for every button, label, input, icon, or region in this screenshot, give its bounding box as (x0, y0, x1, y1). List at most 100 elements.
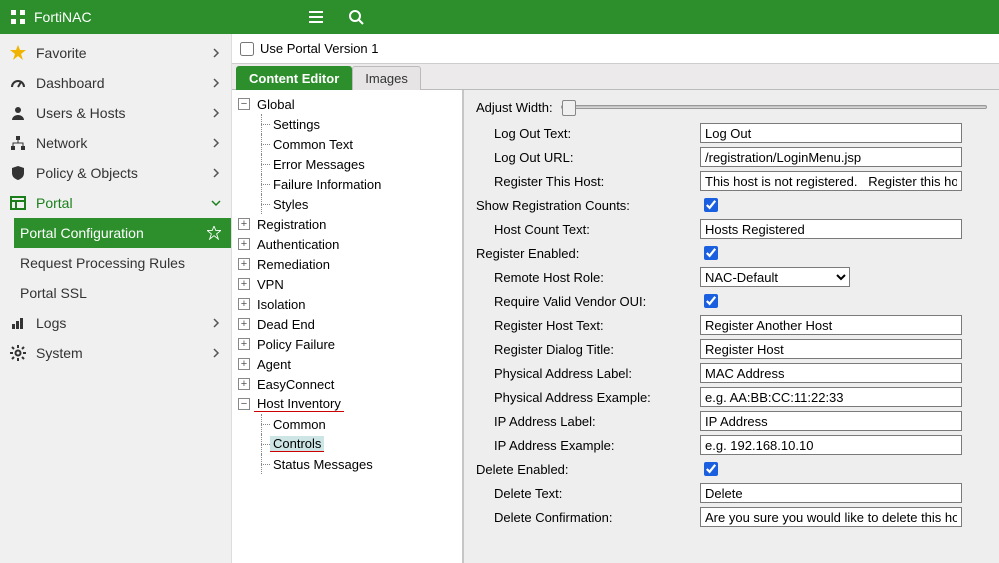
register-enabled-checkbox[interactable] (704, 246, 718, 260)
delete-confirm-input[interactable] (700, 507, 962, 527)
expand-icon[interactable]: + (238, 318, 250, 330)
sidebar-label: Portal Configuration (20, 225, 144, 241)
require-oui-label: Require Valid Vendor OUI: (472, 292, 700, 311)
delete-enabled-checkbox[interactable] (704, 462, 718, 476)
tree-error-messages[interactable]: Error Messages (238, 154, 462, 174)
sidebar-item-users-hosts[interactable]: Users & Hosts (0, 98, 231, 128)
tree-hi-status[interactable]: Status Messages (238, 454, 462, 474)
tree-hi-controls[interactable]: Controls (238, 434, 462, 454)
gauge-icon (10, 75, 26, 91)
tree-global[interactable]: −Global (238, 94, 462, 114)
sidebar-item-favorite[interactable]: Favorite (0, 38, 231, 68)
tab-images[interactable]: Images (352, 66, 421, 90)
expand-icon[interactable]: + (238, 338, 250, 350)
shield-icon (10, 165, 26, 181)
tree-remediation[interactable]: +Remediation (238, 254, 462, 274)
register-enabled-label: Register Enabled: (472, 244, 700, 263)
delete-text-input[interactable] (700, 483, 962, 503)
tree-isolation[interactable]: +Isolation (238, 294, 462, 314)
menu-icon[interactable] (308, 9, 324, 25)
chevron-right-icon (211, 108, 221, 118)
sidebar-label: System (36, 345, 83, 361)
log-out-text-input[interactable] (700, 123, 962, 143)
tree-policy-failure[interactable]: +Policy Failure (238, 334, 462, 354)
tree-failure-info[interactable]: Failure Information (238, 174, 462, 194)
log-out-url-label: Log Out URL: (472, 148, 700, 167)
sidebar-item-policy-objects[interactable]: Policy & Objects (0, 158, 231, 188)
expand-icon[interactable]: + (238, 298, 250, 310)
sidebar-item-system[interactable]: System (0, 338, 231, 368)
tree-panel: −Global Settings Common Text Error Messa… (232, 90, 464, 563)
chevron-right-icon (211, 78, 221, 88)
tree-settings[interactable]: Settings (238, 114, 462, 134)
tree-easyconnect[interactable]: +EasyConnect (238, 374, 462, 394)
tree-styles[interactable]: Styles (238, 194, 462, 214)
expand-icon[interactable]: + (238, 218, 250, 230)
chevron-right-icon (211, 348, 221, 358)
sidebar-label: Users & Hosts (36, 105, 125, 121)
tab-content-editor[interactable]: Content Editor (236, 66, 352, 90)
sidebar-item-portal-config[interactable]: Portal Configuration (14, 218, 231, 248)
portal-bar: Use Portal Version 1 (232, 34, 999, 64)
search-icon[interactable] (348, 9, 364, 25)
require-oui-checkbox[interactable] (704, 294, 718, 308)
use-portal-v1-checkbox[interactable] (240, 42, 254, 56)
chevron-right-icon (211, 318, 221, 328)
sidebar-portal-children: Portal Configuration Request Processing … (0, 218, 231, 308)
adjust-width-slider[interactable] (561, 105, 987, 109)
tree-dead-end[interactable]: +Dead End (238, 314, 462, 334)
expand-icon[interactable]: + (238, 258, 250, 270)
delete-confirm-label: Delete Confirmation: (472, 508, 700, 527)
panel-icon (10, 195, 26, 211)
show-reg-counts-label: Show Registration Counts: (472, 196, 700, 215)
register-host-text-label: Register Host Text: (472, 316, 700, 335)
tree-authentication[interactable]: +Authentication (238, 234, 462, 254)
register-this-host-label: Register This Host: (472, 172, 700, 191)
register-dialog-title-input[interactable] (700, 339, 962, 359)
remote-host-role-label: Remote Host Role: (472, 268, 700, 287)
physical-addr-label-input[interactable] (700, 363, 962, 383)
sidebar-item-portal[interactable]: Portal (0, 188, 231, 218)
remote-host-role-select[interactable]: NAC-Default (700, 267, 850, 287)
expand-icon[interactable]: + (238, 278, 250, 290)
sidebar-item-logs[interactable]: Logs (0, 308, 231, 338)
host-count-text-label: Host Count Text: (472, 220, 700, 239)
sidebar-item-request-rules[interactable]: Request Processing Rules (14, 248, 231, 278)
sidebar-item-dashboard[interactable]: Dashboard (0, 68, 231, 98)
logo-icon (10, 9, 26, 25)
collapse-icon[interactable]: − (238, 98, 250, 110)
tree-registration[interactable]: +Registration (238, 214, 462, 234)
ip-addr-example-input[interactable] (700, 435, 962, 455)
register-this-host-input[interactable] (700, 171, 962, 191)
tree-hi-common[interactable]: Common (238, 414, 462, 434)
ip-addr-label-input[interactable] (700, 411, 962, 431)
show-reg-counts-checkbox[interactable] (704, 198, 718, 212)
sidebar: Favorite Dashboard Users & Hosts Network… (0, 34, 232, 563)
sidebar-label: Policy & Objects (36, 165, 138, 181)
physical-addr-label-label: Physical Address Label: (472, 364, 700, 383)
log-out-url-input[interactable] (700, 147, 962, 167)
sidebar-item-network[interactable]: Network (0, 128, 231, 158)
user-icon (10, 105, 26, 121)
pin-star-icon[interactable] (207, 226, 221, 240)
tree-vpn[interactable]: +VPN (238, 274, 462, 294)
host-count-text-input[interactable] (700, 219, 962, 239)
tree-common-text[interactable]: Common Text (238, 134, 462, 154)
ip-addr-example-label: IP Address Example: (472, 436, 700, 455)
properties-panel: Adjust Width: Log Out Text: Log Out URL:… (464, 90, 999, 563)
sidebar-item-portal-ssl[interactable]: Portal SSL (14, 278, 231, 308)
sidebar-label: Request Processing Rules (20, 255, 185, 271)
expand-icon[interactable]: + (238, 378, 250, 390)
ip-addr-label-label: IP Address Label: (472, 412, 700, 431)
tree-agent[interactable]: +Agent (238, 354, 462, 374)
expand-icon[interactable]: + (238, 238, 250, 250)
register-host-text-input[interactable] (700, 315, 962, 335)
tree-host-inventory[interactable]: −Host Inventory (238, 394, 462, 414)
slider-thumb[interactable] (562, 100, 576, 116)
star-icon (10, 45, 26, 61)
collapse-icon[interactable]: − (238, 398, 250, 410)
sidebar-label: Dashboard (36, 75, 105, 91)
physical-addr-example-input[interactable] (700, 387, 962, 407)
expand-icon[interactable]: + (238, 358, 250, 370)
sidebar-label: Network (36, 135, 87, 151)
